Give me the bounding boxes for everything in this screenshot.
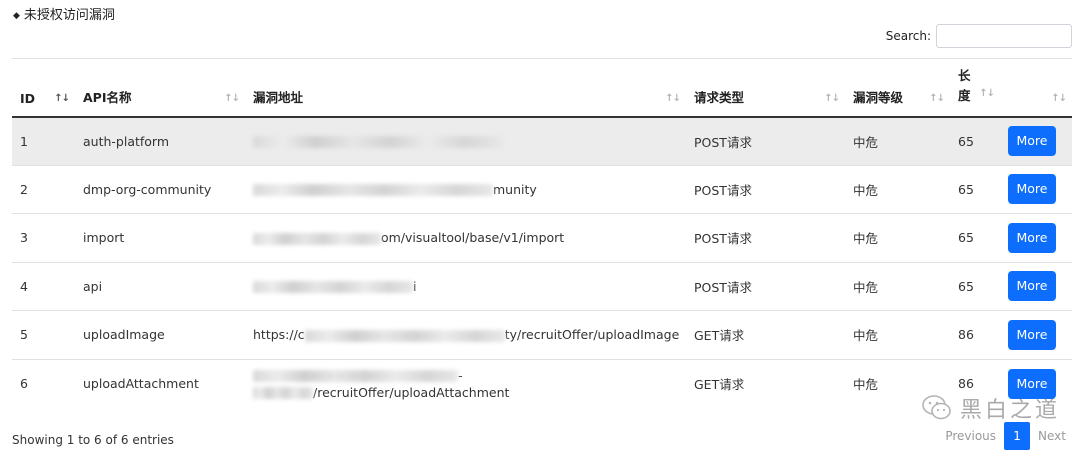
watermark-text: 黑白之道 — [959, 398, 1060, 423]
wechat-icon — [922, 395, 951, 420]
cell-vuln-url — [245, 116, 686, 165]
entries-info: Showing 1 to 6 of 6 entries — [12, 433, 174, 447]
table-header-row: ID ↑↓ API名称 ↑↓ 漏洞地址 ↑↓ 请求类型 ↑↓ 漏洞等级 ↑↓ 长度 ↑↓ ↑… — [12, 58, 1072, 118]
sort-icon: ↑↓ — [824, 92, 840, 104]
cell-request-type: POST请求 — [686, 116, 845, 165]
search-label: Search: — [885, 29, 931, 43]
sort-icon: ↑↓ — [929, 92, 945, 104]
cell-id: 2 — [12, 164, 75, 214]
cell-api-name: uploadImage — [75, 310, 245, 359]
sort-icon: ↑↓ — [665, 92, 681, 104]
cell-action: More — [1000, 261, 1072, 311]
column-header-id[interactable]: ID ↑↓ — [12, 58, 75, 118]
cell-vuln-level: 中危 — [845, 261, 950, 311]
cell-vuln-level: 中危 — [845, 310, 950, 359]
cell-vuln-url: munity — [245, 164, 686, 214]
cell-api-name: auth-platform — [75, 116, 245, 165]
cell-request-type: GET请求 — [686, 358, 845, 408]
table-row[interactable]: 4 api i POST请求 中危 65 More — [12, 261, 1072, 311]
cell-id: 1 — [12, 116, 75, 165]
cell-vuln-level: 中危 — [845, 213, 950, 262]
cell-vuln-level: 中危 — [845, 116, 950, 165]
redacted-url-blur — [253, 184, 493, 197]
cell-id: 4 — [12, 261, 75, 311]
cell-api-name: import — [75, 213, 245, 262]
cell-vuln-url: i — [245, 261, 686, 311]
redacted-url-blur — [253, 232, 381, 245]
cell-length: 86 — [950, 310, 1000, 359]
column-header-api-name[interactable]: API名称 ↑↓ — [75, 58, 245, 118]
section-title: ◆ 未授权访问漏洞 — [13, 4, 115, 23]
sort-icon: ↑↓ — [54, 92, 70, 104]
cell-vuln-url: om/visualtool/base/v1/import — [245, 213, 686, 262]
cell-length: 65 — [950, 261, 1000, 311]
table-row[interactable]: 5 uploadImage https://c ty/recruitOffer/u… — [12, 310, 1072, 359]
cell-length: 65 — [950, 116, 1000, 165]
redacted-url-blur — [304, 329, 505, 342]
cell-api-name: uploadAttachment — [75, 358, 245, 408]
cell-request-type: POST请求 — [686, 261, 845, 311]
cell-request-type: POST请求 — [686, 213, 845, 262]
next-page-button[interactable]: Next — [1032, 429, 1072, 443]
redacted-url-blur — [253, 387, 313, 399]
cell-length: 65 — [950, 213, 1000, 262]
cell-api-name: api — [75, 261, 245, 311]
redacted-url-blur — [253, 370, 458, 382]
cell-action: More — [1000, 310, 1072, 359]
cell-action: More — [1000, 213, 1072, 262]
cell-id: 5 — [12, 310, 75, 359]
search-bar: Search: — [886, 24, 1072, 48]
column-header-request-type[interactable]: 请求类型 ↑↓ — [686, 58, 845, 118]
cell-vuln-level: 中危 — [845, 164, 950, 214]
sort-icon: ↑↓ — [224, 92, 240, 104]
vulnerability-table-container: ID ↑↓ API名称 ↑↓ 漏洞地址 ↑↓ 请求类型 ↑↓ 漏洞等级 ↑↓ 长度 ↑↓ ↑… — [12, 58, 1072, 408]
more-button[interactable]: More — [1008, 319, 1056, 350]
more-button[interactable]: More — [1008, 271, 1056, 302]
section-title-text: 未授权访问漏洞 — [23, 8, 115, 23]
cell-vuln-url: -/recruitOffer/uploadAttachment — [245, 358, 686, 408]
page-1-button[interactable]: 1 — [1004, 422, 1031, 450]
cell-request-type: GET请求 — [686, 310, 845, 359]
diamond-bullet-icon: ◆ — [13, 11, 20, 21]
column-header-vuln-url[interactable]: 漏洞地址 ↑↓ — [245, 58, 686, 118]
column-header-length[interactable]: 长度 ↑↓ — [950, 58, 1000, 118]
cell-vuln-url: https://c ty/recruitOffer/uploadImage — [245, 310, 686, 359]
cell-action: More — [1000, 116, 1072, 165]
watermark: 黑白之道 — [922, 392, 1060, 424]
more-button[interactable]: More — [1008, 222, 1056, 253]
cell-api-name: dmp-org-community — [75, 164, 245, 214]
column-header-action[interactable]: ↑↓ — [1000, 58, 1072, 118]
cell-id: 6 — [12, 358, 75, 408]
more-button[interactable]: More — [1008, 174, 1056, 205]
column-header-vuln-level[interactable]: 漏洞等级 ↑↓ — [845, 58, 950, 118]
previous-page-button[interactable]: Previous — [939, 429, 1002, 443]
more-button[interactable]: More — [1008, 126, 1056, 156]
table-row[interactable]: 6 uploadAttachment -/recruitOffer/upload… — [12, 358, 1072, 408]
cell-action: More — [1000, 164, 1072, 214]
cell-id: 3 — [12, 213, 75, 262]
table-row[interactable]: 2 dmp-org-community munity POST请求 中危 65 … — [12, 164, 1072, 214]
redacted-url-blur — [253, 281, 413, 294]
vulnerability-table: ID ↑↓ API名称 ↑↓ 漏洞地址 ↑↓ 请求类型 ↑↓ 漏洞等级 ↑↓ 长度 ↑↓ ↑… — [12, 58, 1072, 408]
search-input[interactable] — [936, 24, 1072, 48]
pagination: Previous 1 Next — [939, 422, 1072, 450]
table-row[interactable]: 1 auth-platform POST请求 中危 65 More — [12, 116, 1072, 165]
cell-request-type: POST请求 — [686, 164, 845, 214]
sort-icon: ↑↓ — [979, 87, 995, 99]
table-row[interactable]: 3 import om/visualtool/base/v1/import PO… — [12, 213, 1072, 262]
sort-icon: ↑↓ — [1051, 92, 1067, 104]
redacted-url-blur — [253, 136, 503, 148]
cell-length: 65 — [950, 164, 1000, 214]
